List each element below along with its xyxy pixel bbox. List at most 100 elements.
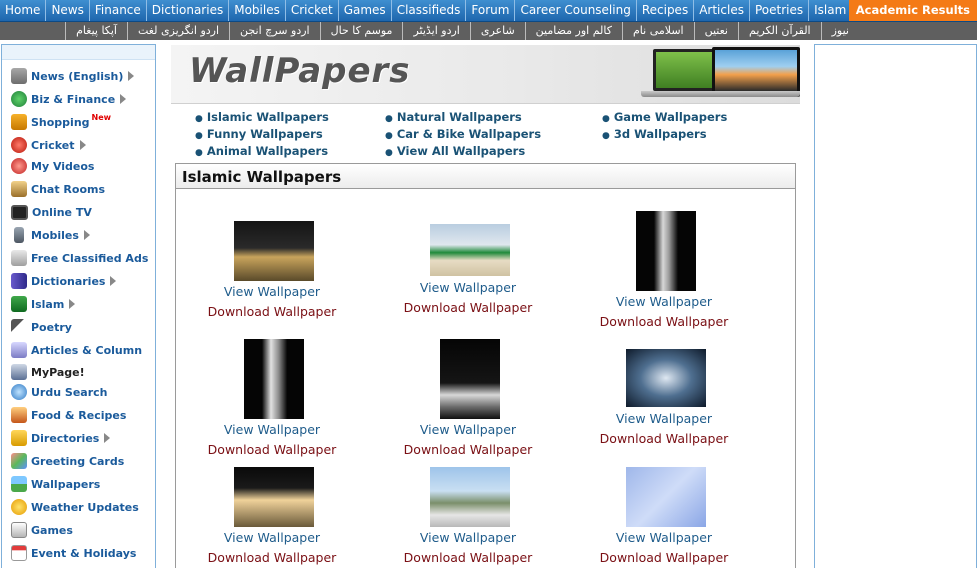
topnav-recipes[interactable]: Recipes [637,0,695,21]
category-link-funny[interactable]: ● Funny Wallpapers [195,127,323,141]
sidebar-item-news-english[interactable]: News (English) [11,66,135,86]
urdunav-item[interactable]: شاعری [469,22,525,40]
sidebar-item-food-recipes[interactable]: Food & Recipes [11,405,126,425]
topnav-dictionaries[interactable]: Dictionaries [147,0,230,21]
quill-pen-icon [11,319,27,335]
arrow-right-icon[interactable] [120,94,127,104]
topnav-forum[interactable]: Forum [466,0,516,21]
view-wallpaper-link[interactable]: View Wallpaper [566,530,762,545]
sidebar-item-dictionaries[interactable]: Dictionaries [11,271,117,291]
view-wallpaper-link[interactable]: View Wallpaper [174,284,370,299]
dice-icon [11,522,27,538]
arrow-right-icon[interactable] [69,299,76,309]
topnav-cricket[interactable]: Cricket [286,0,339,21]
sidebar-item-mypage[interactable]: MyPage! [11,362,85,382]
sidebar-item-mobiles[interactable]: Mobiles [11,225,90,245]
category-link-natural[interactable]: ● Natural Wallpapers [385,110,522,124]
sidebar-item-shopping[interactable]: Shopping New [11,112,111,132]
bullet-icon: ● [385,131,393,141]
sidebar-item-cricket[interactable]: Cricket [11,135,86,155]
view-wallpaper-link[interactable]: View Wallpaper [566,294,762,309]
sidebar-item-event-holidays[interactable]: Event & Holidays [11,543,136,563]
laptop-base-image [641,91,800,97]
wallpaper-thumbnail[interactable] [234,221,314,281]
download-wallpaper-link[interactable]: Download Wallpaper [370,300,566,315]
top-navigation: Home News Finance Dictionaries Mobiles C… [0,0,977,22]
category-link-view-all[interactable]: ● View All Wallpapers [385,144,525,158]
sidebar-item-online-tv[interactable]: Online TV [11,202,92,222]
view-wallpaper-link[interactable]: View Wallpaper [370,280,566,295]
wallpaper-thumbnail[interactable] [430,224,510,276]
academic-results-button[interactable]: Academic Results [848,0,977,21]
sidebar-item-my-videos[interactable]: My Videos [11,156,94,176]
wallpaper-thumbnail[interactable] [626,467,706,527]
globe-icon [11,91,27,107]
sidebar-item-free-classified-ads[interactable]: Free Classified Ads [11,248,148,268]
category-link-car-bike[interactable]: ● Car & Bike Wallpapers [385,127,541,141]
wallpaper-thumbnail[interactable] [440,339,500,419]
topnav-poetries[interactable]: Poetries [750,0,810,21]
sidebar-item-greeting-cards[interactable]: Greeting Cards [11,451,124,471]
sidebar-item-games[interactable]: Games [11,520,73,540]
topnav-mobiles[interactable]: Mobiles [229,0,286,21]
sidebar-header [2,45,155,60]
sidebar-item-directories[interactable]: Directories [11,428,111,448]
download-wallpaper-link[interactable]: Download Wallpaper [370,442,566,457]
cricket-ball-icon [11,137,27,153]
download-wallpaper-link[interactable]: Download Wallpaper [174,550,370,565]
category-link-animal[interactable]: ● Animal Wallpapers [195,144,328,158]
urdunav-item[interactable]: نعتیں [693,22,738,40]
urdunav-item[interactable]: اردو سرچ انجن [229,22,320,40]
topnav-games[interactable]: Games [339,0,392,21]
arrow-right-icon[interactable] [104,433,111,443]
sidebar-item-articles-column[interactable]: Articles & Column [11,340,142,360]
topnav-home[interactable]: Home [0,0,47,21]
download-wallpaper-link[interactable]: Download Wallpaper [370,550,566,565]
wallpaper-thumbnail[interactable] [626,349,706,407]
topnav-islam[interactable]: Islam [809,0,851,21]
download-wallpaper-link[interactable]: Download Wallpaper [566,431,762,446]
sidebar-item-chat-rooms[interactable]: Chat Rooms [11,179,105,199]
sidebar-item-biz-finance[interactable]: Biz & Finance [11,89,127,109]
arrow-right-icon[interactable] [110,276,117,286]
arrow-right-icon[interactable] [83,230,90,240]
wallpaper-thumbnail[interactable] [636,211,696,291]
sidebar-item-urdu-search[interactable]: Urdu Search [11,382,107,402]
urdunav-item[interactable]: موسم کا حال [319,22,403,40]
topnav-news[interactable]: News [46,0,90,21]
download-wallpaper-link[interactable]: Download Wallpaper [174,304,370,319]
category-link-game[interactable]: ● Game Wallpapers [602,110,727,124]
urdunav-item[interactable]: کالم اور مضامین [524,22,622,40]
arrow-right-icon[interactable] [128,71,135,81]
download-wallpaper-link[interactable]: Download Wallpaper [174,442,370,457]
wallpaper-thumbnail[interactable] [430,467,510,527]
sidebar-item-wallpapers[interactable]: Wallpapers [11,474,100,494]
topnav-articles[interactable]: Articles [694,0,750,21]
topnav-career-counseling[interactable]: Career Counseling [515,0,637,21]
view-wallpaper-link[interactable]: View Wallpaper [370,530,566,545]
urdunav-item[interactable]: نیوز [820,22,859,40]
urdunav-item[interactable]: آپکا پیغام [65,22,127,40]
topnav-classifieds[interactable]: Classifieds [392,0,467,21]
category-link-3d[interactable]: ● 3d Wallpapers [602,127,707,141]
sidebar-item-label: Chat Rooms [31,182,106,196]
view-wallpaper-link[interactable]: View Wallpaper [370,422,566,437]
wallpaper-thumbnail[interactable] [234,467,314,527]
urdunav-item[interactable]: اسلامی نام [621,22,694,40]
topnav-finance[interactable]: Finance [90,0,147,21]
download-wallpaper-link[interactable]: Download Wallpaper [566,314,762,329]
wallpaper-thumbnail[interactable] [244,339,304,419]
sidebar-item-poetry[interactable]: Poetry [11,317,72,337]
view-wallpaper-link[interactable]: View Wallpaper [174,530,370,545]
sidebar-item-weather-updates[interactable]: Weather Updates [11,497,139,517]
view-wallpaper-link[interactable]: View Wallpaper [566,411,762,426]
view-wallpaper-link[interactable]: View Wallpaper [174,422,370,437]
category-link-islamic[interactable]: ● Islamic Wallpapers [195,110,329,124]
calendar-icon [11,545,27,561]
sidebar-item-islam[interactable]: Islam [11,294,76,314]
urdunav-item[interactable]: القرآن الکریم [738,22,821,40]
urdunav-item[interactable]: اردو انگریزی لغت [126,22,229,40]
urdunav-item[interactable]: اردو ایڈیٹر [402,22,469,40]
arrow-right-icon[interactable] [79,140,86,150]
download-wallpaper-link[interactable]: Download Wallpaper [566,550,762,565]
